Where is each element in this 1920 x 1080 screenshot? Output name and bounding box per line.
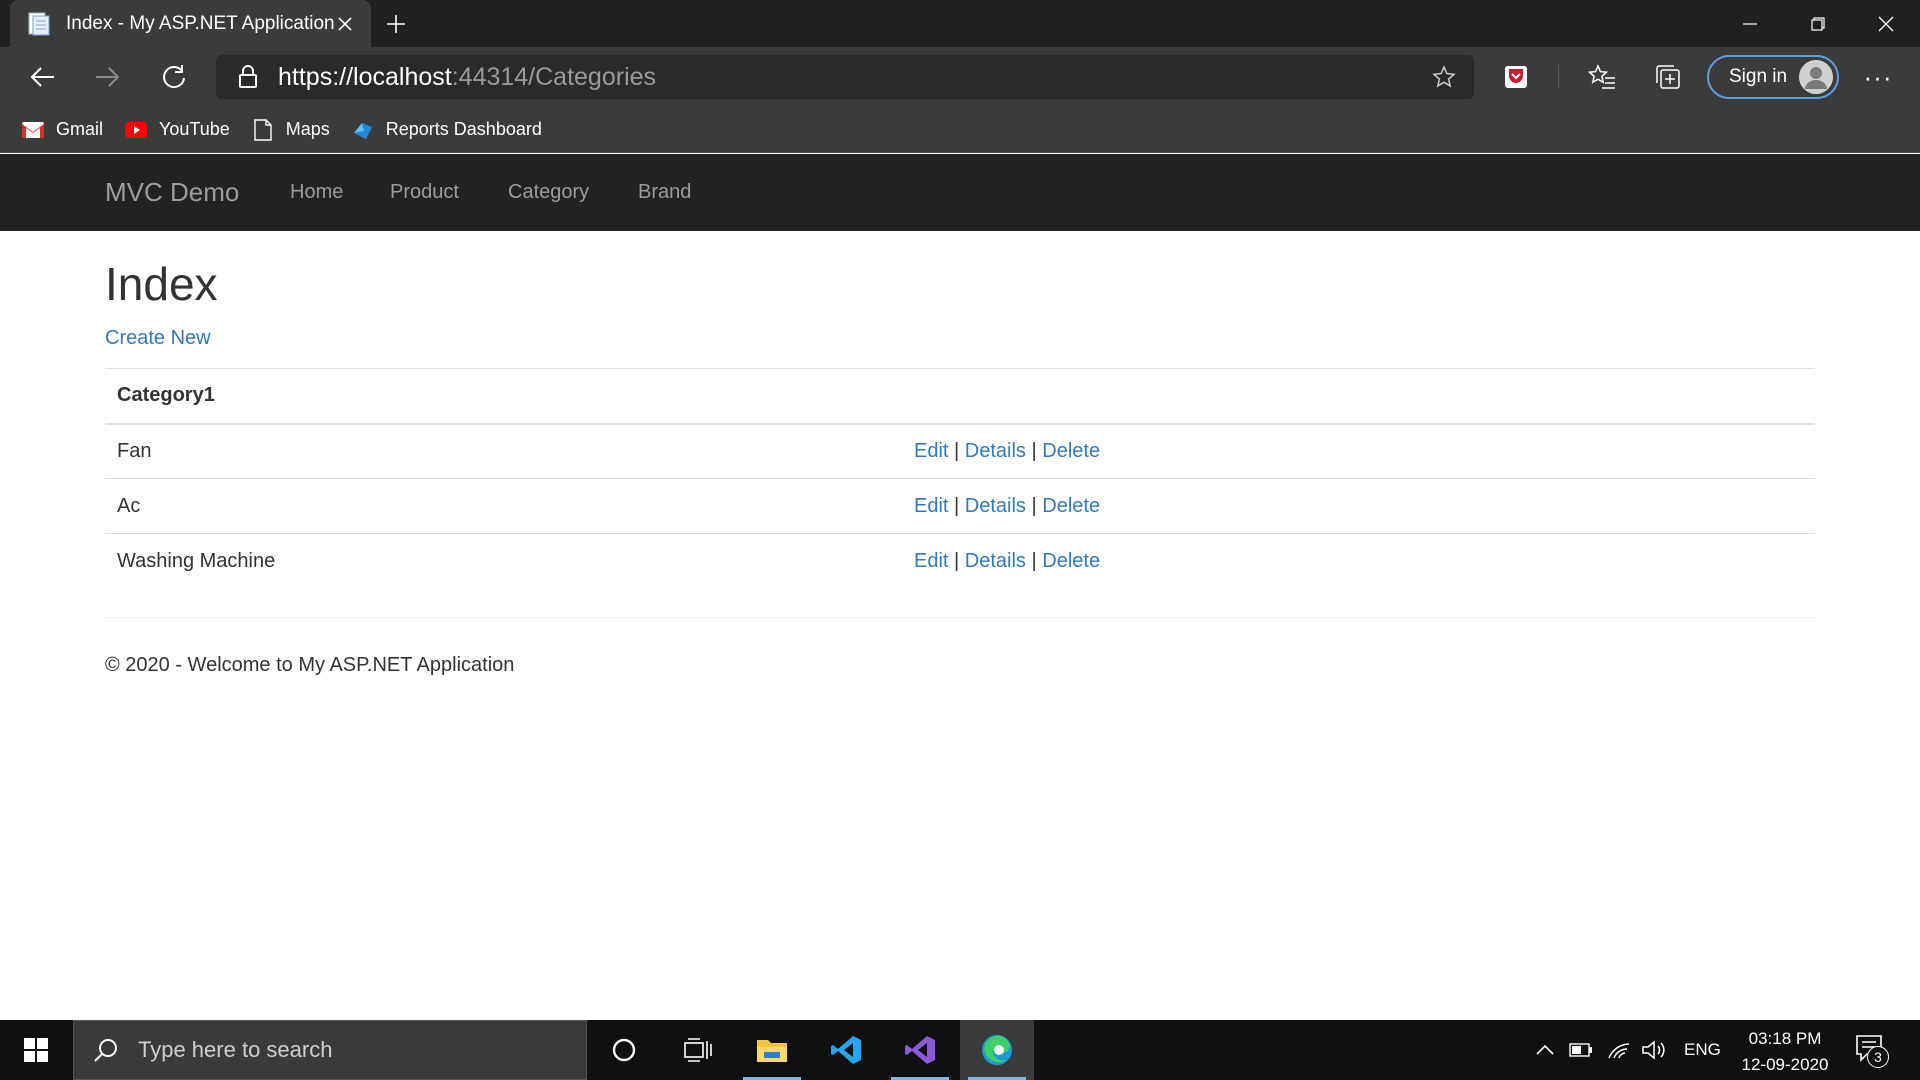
back-icon[interactable]	[24, 59, 60, 95]
page-icon	[28, 12, 50, 36]
page-icon	[252, 118, 274, 141]
details-link[interactable]: Details	[965, 495, 1026, 517]
clock-time: 03:18 PM	[1748, 1029, 1822, 1048]
visual-studio-icon[interactable]	[883, 1020, 957, 1080]
details-link[interactable]: Details	[965, 440, 1026, 462]
search-icon	[92, 1036, 120, 1064]
close-tab-icon[interactable]	[335, 13, 355, 35]
category-name-cell: Ac	[105, 478, 902, 534]
bookmark-gmail[interactable]: Gmail	[22, 119, 103, 141]
site-brand-link[interactable]: MVC Demo	[105, 177, 239, 208]
wifi-icon[interactable]	[1606, 1037, 1632, 1063]
lock-icon[interactable]	[236, 65, 260, 89]
table-row: Washing Machine Edit | Details | Delete	[105, 533, 1815, 589]
nav-brand-link[interactable]: Brand	[638, 181, 691, 204]
create-new-link[interactable]: Create New	[105, 327, 211, 350]
nav-category-link[interactable]: Category	[508, 181, 589, 204]
browser-toolbar: https://localhost:44314/Categories Sign …	[0, 47, 1920, 107]
row-actions: Edit | Details | Delete	[902, 423, 1815, 479]
browser-tab[interactable]: Index - My ASP.NET Application	[10, 0, 371, 47]
task-view-icon[interactable]	[661, 1020, 735, 1080]
row-actions: Edit | Details | Delete	[902, 478, 1815, 534]
delete-link[interactable]: Delete	[1042, 440, 1100, 462]
favorite-star-icon[interactable]	[1432, 65, 1456, 89]
taskbar-clock[interactable]: 03:18 PM 12-09-2020	[1730, 1026, 1840, 1078]
forward-icon[interactable]	[90, 59, 126, 95]
youtube-icon	[125, 119, 148, 141]
close-window-icon[interactable]	[1852, 0, 1920, 47]
toolbar-divider	[1558, 65, 1559, 89]
taskbar-search-input[interactable]: Type here to search	[73, 1020, 587, 1080]
windows-taskbar: Type here to search ENG 03:18 PM 12-09-2…	[0, 1020, 1920, 1080]
action-separator: |	[954, 549, 960, 572]
vscode-icon[interactable]	[809, 1020, 883, 1080]
action-separator: |	[954, 494, 960, 517]
column-header-actions	[902, 368, 1815, 425]
address-bar[interactable]: https://localhost:44314/Categories	[216, 55, 1474, 99]
browser-titlebar: Index - My ASP.NET Application	[0, 0, 1920, 47]
bookmarks-bar: Gmail YouTube Maps Reports Dashboard	[0, 107, 1920, 153]
sign-in-button[interactable]: Sign in	[1707, 55, 1839, 99]
edit-link[interactable]: Edit	[914, 440, 948, 462]
delete-link[interactable]: Delete	[1042, 495, 1100, 517]
action-separator: |	[1031, 549, 1037, 572]
extension-pocket-icon[interactable]	[1500, 61, 1532, 93]
details-link[interactable]: Details	[965, 550, 1026, 572]
clock-date: 12-09-2020	[1741, 1055, 1829, 1074]
gmail-icon	[22, 119, 44, 141]
restore-icon[interactable]	[1784, 0, 1852, 47]
page-title: Index	[105, 258, 218, 310]
table-row: Fan Edit | Details | Delete	[105, 423, 1815, 479]
footer-divider	[105, 617, 1815, 618]
action-separator: |	[954, 439, 960, 462]
window-controls	[1716, 0, 1920, 47]
new-tab-icon[interactable]	[382, 10, 410, 38]
action-separator: |	[1031, 494, 1037, 517]
power-bi-icon	[352, 119, 374, 141]
category-name-cell: Washing Machine	[105, 533, 902, 589]
language-indicator[interactable]: ENG	[1684, 1040, 1721, 1060]
cortana-icon[interactable]	[587, 1020, 661, 1080]
category-name-cell: Fan	[105, 423, 902, 479]
collections-icon[interactable]	[1652, 61, 1684, 93]
site-navbar: MVC Demo Home Product Category Brand	[0, 154, 1920, 231]
refresh-icon[interactable]	[156, 59, 192, 95]
bookmark-maps[interactable]: Maps	[252, 118, 330, 141]
more-menu-icon[interactable]: ···	[1860, 61, 1896, 93]
windows-start-icon[interactable]	[0, 1020, 72, 1080]
minimize-icon[interactable]	[1716, 0, 1784, 47]
table-header-row: Category1	[105, 368, 1815, 425]
volume-icon[interactable]	[1641, 1037, 1667, 1063]
action-separator: |	[1031, 439, 1037, 462]
categories-table: Category1 Fan Edit | Details | Delete Ac…	[105, 368, 1815, 589]
file-explorer-icon[interactable]	[735, 1020, 809, 1080]
url-text[interactable]: https://localhost:44314/Categories	[278, 63, 656, 92]
battery-icon[interactable]	[1568, 1037, 1594, 1063]
bookmark-youtube[interactable]: YouTube	[125, 119, 230, 141]
edit-link[interactable]: Edit	[914, 550, 948, 572]
table-row: Ac Edit | Details | Delete	[105, 478, 1815, 534]
edit-link[interactable]: Edit	[914, 495, 948, 517]
row-actions: Edit | Details | Delete	[902, 533, 1815, 589]
chevron-up-icon[interactable]	[1532, 1037, 1558, 1063]
nav-product-link[interactable]: Product	[390, 181, 459, 204]
avatar-icon	[1799, 60, 1833, 94]
notification-count-badge: 3	[1867, 1046, 1889, 1068]
delete-link[interactable]: Delete	[1042, 550, 1100, 572]
search-placeholder: Type here to search	[138, 1037, 333, 1062]
nav-home-link[interactable]: Home	[290, 181, 343, 204]
bookmark-reports-dashboard[interactable]: Reports Dashboard	[352, 119, 542, 141]
edge-icon[interactable]	[960, 1020, 1034, 1080]
favorites-icon[interactable]	[1586, 61, 1618, 93]
tab-title: Index - My ASP.NET Application	[66, 12, 335, 34]
column-header-category: Category1	[105, 368, 902, 425]
site-footer: © 2020 - Welcome to My ASP.NET Applicati…	[105, 654, 515, 676]
notification-center-icon[interactable]: 3	[1855, 1034, 1889, 1068]
